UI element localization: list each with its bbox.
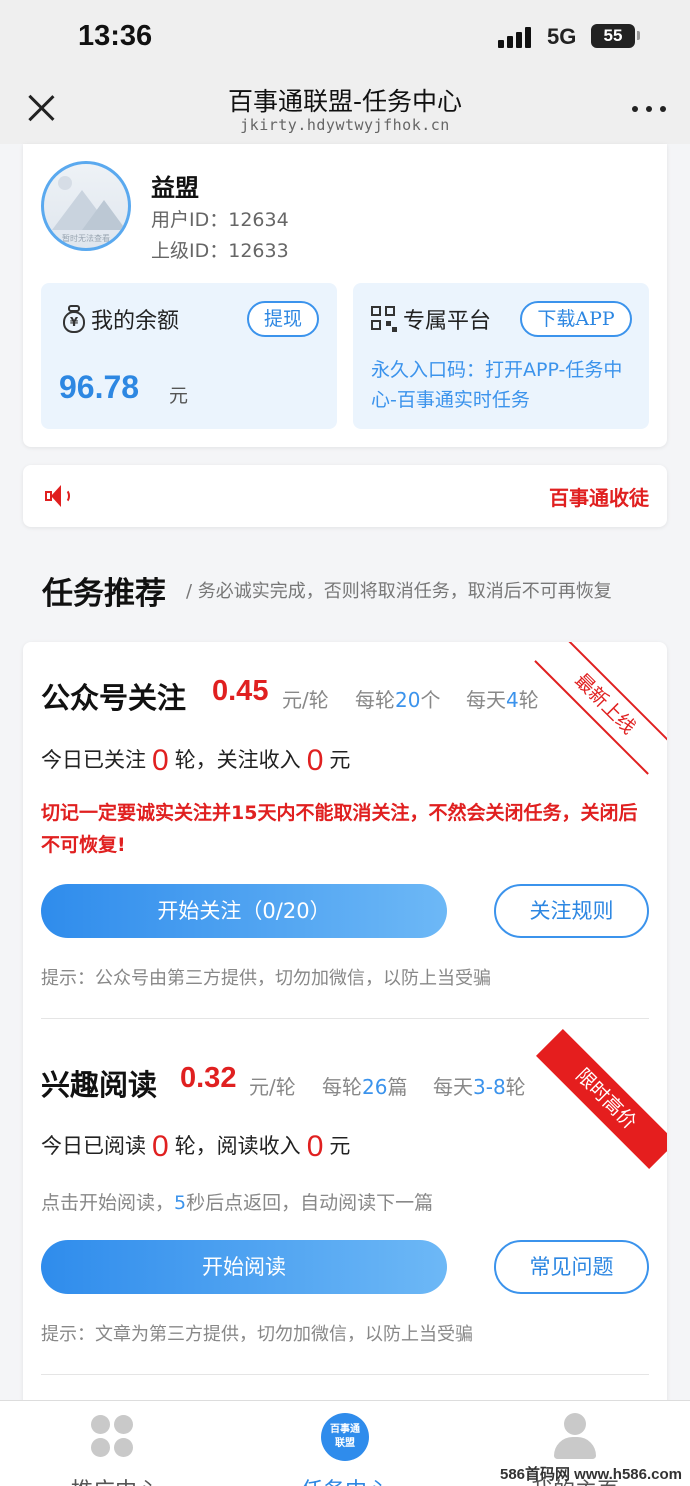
tab-promotion-center[interactable]: 推广中心 [0,1401,230,1486]
platform-label: 专属平台 [403,309,492,334]
divider [41,1374,649,1375]
platform-panel: 专属平台 下载APP 永久入口码：打开APP-任务中心-百事通实时任务 [353,283,649,429]
parent-id: 上级ID：12633 [151,240,289,262]
username: 益盟 [151,174,199,202]
money-bag-icon: ¥ [61,305,87,333]
profile-card: 暂时无法查看 益盟 用户ID：12634 上级ID：12633 ¥ 我的余额 提… [23,144,667,447]
task-price: 0.32 [180,1062,237,1094]
task-progress: 今日已关注 0 轮，关注收入 0 元 [41,744,351,777]
faq-button[interactable]: 常见问题 [494,1240,649,1294]
nav-bar: 百事通联盟-任务中心 jkirty.hdywtwyjfhok.cn [0,70,690,144]
notice-bar[interactable]: 百事通收徒 [23,465,667,527]
grid-icon [91,1415,135,1459]
task-price-unit: 元/轮 [282,688,329,712]
task-badge-limited: 限时高价 [535,1028,667,1170]
status-time: 13:36 [78,20,153,52]
balance-label: 我的余额 [91,309,180,334]
download-app-button[interactable]: 下载APP [520,301,632,337]
avatar: 暂时无法查看 [41,161,131,251]
start-reading-button[interactable]: 开始阅读 [41,1240,447,1294]
task-badge-new: 最新上线 [534,642,667,775]
signal-icon [498,26,538,48]
page-url: jkirty.hdywtwyjfhok.cn [240,116,450,134]
start-follow-button[interactable]: 开始关注（0/20） [41,884,447,938]
qr-code-icon [371,306,397,332]
network-type: 5G [547,24,577,49]
task-tip: 提示：文章为第三方提供，切勿加微信，以防上当受骗 [41,1324,473,1345]
tab-task-center[interactable]: 百事通 联盟 任务中心 [230,1401,460,1486]
balance-unit: 元 [169,385,189,407]
battery-icon: 55 [591,24,635,48]
task-per-day: 每天3-8轮 [433,1075,526,1099]
tab-label: 任务中心 [230,1473,460,1486]
task-per-round: 每轮20个 [355,688,441,712]
section-subtitle: / 务必诚实完成，否则将取消任务，取消后不可再恢复 [186,581,612,602]
task-price: 0.45 [212,675,269,707]
task-price-unit: 元/轮 [249,1075,296,1099]
task-title: 公众号关注 [41,681,187,715]
task-list-card: 最新上线 公众号关注 0.45 元/轮 每轮20个 每天4轮 今日已关注 0 轮，关… [23,642,667,1422]
user-id: 用户ID：12634 [151,209,289,231]
battery-tip [637,31,640,40]
watermark: 586首码网 www.h586.com [499,1466,682,1483]
task-per-round: 每轮26篇 [322,1075,408,1099]
alliance-logo-icon: 百事通 联盟 [321,1413,369,1461]
balance-amount: 96.78 [59,369,140,405]
tab-label: 推广中心 [0,1473,230,1486]
withdraw-button[interactable]: 提现 [247,301,319,337]
task-tip: 提示：公众号由第三方提供，切勿加微信，以防上当受骗 [41,968,491,989]
section-title: 任务推荐 [42,576,166,612]
status-bar: 13:36 5G 55 [0,0,690,70]
notice-text[interactable]: 百事通收徒 [549,482,649,511]
divider [41,1018,649,1019]
avatar-placeholder-text: 暂时无法查看 [62,234,110,243]
platform-entry-note: 永久入口码：打开APP-任务中心-百事通实时任务 [371,359,623,411]
follow-rules-button[interactable]: 关注规则 [494,884,649,938]
page-title: 百事通联盟-任务中心 [227,87,463,116]
more-icon[interactable] [632,106,666,112]
user-icon [552,1413,598,1461]
task-progress: 今日已阅读 0 轮，阅读收入 0 元 [41,1130,351,1163]
task-warning: 切记一定要诚实关注并15天内不能取消关注，不然会关闭任务，关闭后不可恢复! [41,802,638,856]
task-per-day: 每天4轮 [466,688,539,712]
speaker-icon [43,483,71,509]
balance-panel: ¥ 我的余额 提现 96.78 元 [41,283,337,429]
reading-hint: 点击开始阅读，5秒后点返回，自动阅读下一篇 [41,1192,434,1214]
task-title: 兴趣阅读 [41,1068,158,1102]
